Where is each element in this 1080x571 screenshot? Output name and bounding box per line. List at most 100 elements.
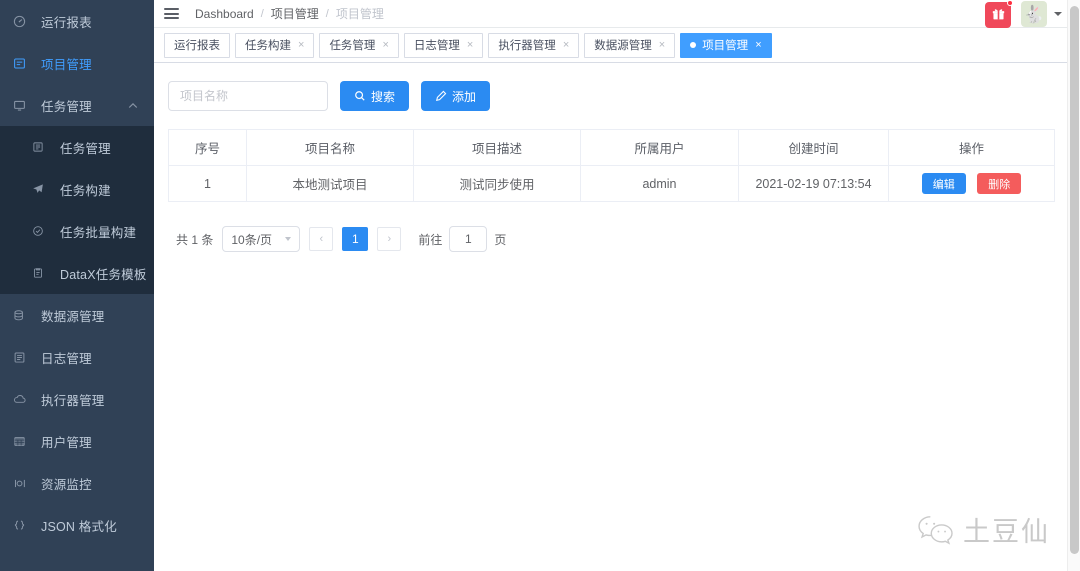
project-icon bbox=[13, 57, 33, 70]
content-area: 搜索 添加 序号 项目名称 项目描 bbox=[154, 63, 1080, 252]
task-icon bbox=[32, 141, 52, 153]
dashboard-icon bbox=[13, 15, 33, 28]
sidebar-subitem-label: 任务构建 bbox=[60, 183, 111, 198]
sidebar: 运行报表 项目管理 任务管理 任务管理 任务构建 任务批量构建 DataX任务模… bbox=[0, 0, 154, 571]
collapse-menu-icon[interactable] bbox=[162, 4, 182, 24]
cloud-icon bbox=[13, 393, 33, 406]
page-scrollbar-track[interactable] bbox=[1067, 0, 1080, 571]
close-icon[interactable]: × bbox=[382, 39, 388, 51]
project-table: 序号 项目名称 项目描述 所属用户 创建时间 操作 1 本地测试项目 测试同步使… bbox=[168, 129, 1055, 202]
database-icon bbox=[13, 309, 33, 322]
cell-user: admin bbox=[580, 165, 739, 202]
navbar-right: 🐇 bbox=[985, 0, 1062, 28]
sidebar-item-label: 任务管理 bbox=[41, 99, 92, 114]
close-icon[interactable]: × bbox=[467, 39, 473, 51]
edit-button[interactable]: 编辑 bbox=[921, 173, 966, 194]
close-icon[interactable]: × bbox=[755, 39, 761, 51]
close-icon[interactable]: × bbox=[298, 39, 304, 51]
edit-pen-icon bbox=[436, 90, 447, 101]
chevron-down-icon[interactable] bbox=[1054, 12, 1062, 16]
column-header-actions: 操作 bbox=[888, 129, 1055, 166]
cell-index: 1 bbox=[168, 165, 247, 202]
rabbit-avatar: 🐇 bbox=[1023, 4, 1045, 24]
filter-row: 搜索 添加 bbox=[168, 81, 1066, 111]
page-size-select[interactable]: 10条/页 bbox=[222, 226, 301, 252]
monitor-icon bbox=[13, 99, 33, 112]
sidebar-item-label: JSON 格式化 bbox=[41, 519, 117, 534]
tab-label: 执行器管理 bbox=[498, 40, 556, 52]
active-tab-dot bbox=[690, 42, 697, 48]
jump-prefix-label: 前往 bbox=[418, 232, 443, 247]
breadcrumb-item-project[interactable]: 项目管理 bbox=[271, 5, 319, 22]
add-button-label: 添加 bbox=[452, 89, 477, 104]
gift-button[interactable] bbox=[985, 0, 1013, 28]
chevron-down-icon bbox=[128, 102, 138, 109]
avatar[interactable]: 🐇 bbox=[1021, 1, 1047, 27]
sidebar-subitem-task-build[interactable]: 任务构建 bbox=[0, 168, 154, 210]
sidebar-item-resource-monitor[interactable]: 资源监控 bbox=[0, 462, 154, 504]
chevron-down-icon bbox=[285, 237, 292, 241]
clipboard-icon bbox=[32, 267, 52, 279]
sidebar-item-user[interactable]: 用户管理 bbox=[0, 420, 154, 462]
breadcrumb-item-current: 项目管理 bbox=[335, 7, 384, 21]
add-button[interactable]: 添加 bbox=[421, 81, 491, 111]
tab-label: 运行报表 bbox=[174, 40, 220, 52]
tabs-bar: 运行报表 任务构建 × 任务管理 × 日志管理 × 执行器管理 × 数据源管理 … bbox=[154, 28, 1080, 63]
wechat-icon bbox=[918, 515, 953, 545]
search-input[interactable] bbox=[168, 81, 328, 111]
tab-executor-management[interactable]: 执行器管理 × bbox=[488, 32, 580, 58]
sidebar-subitem-datax-template[interactable]: DataX任务模板 bbox=[0, 252, 154, 294]
sidebar-subitem-label: 任务管理 bbox=[60, 141, 111, 156]
search-button-label: 搜索 bbox=[371, 89, 396, 104]
cell-created: 2021-02-19 07:13:54 bbox=[738, 165, 889, 202]
sidebar-item-datasource[interactable]: 数据源管理 bbox=[0, 294, 154, 336]
search-button[interactable]: 搜索 bbox=[340, 81, 410, 111]
notification-dot bbox=[1007, 0, 1013, 6]
watermark: 土豆仙 bbox=[917, 510, 1050, 549]
column-header-index: 序号 bbox=[168, 129, 247, 166]
sidebar-subitem-task-batch-build[interactable]: 任务批量构建 bbox=[0, 210, 154, 252]
tab-log-management[interactable]: 日志管理 × bbox=[403, 32, 484, 58]
tab-label: 日志管理 bbox=[413, 40, 460, 52]
sidebar-item-dashboard[interactable]: 运行报表 bbox=[0, 0, 154, 42]
page-scrollbar-thumb[interactable] bbox=[1070, 6, 1079, 554]
tab-task-build[interactable]: 任务构建 × bbox=[235, 32, 315, 58]
breadcrumb-item-dashboard[interactable]: Dashboard bbox=[195, 7, 254, 21]
sidebar-item-label: 项目管理 bbox=[41, 57, 92, 72]
tab-run-report[interactable]: 运行报表 bbox=[164, 32, 230, 58]
column-header-user: 所属用户 bbox=[580, 129, 739, 166]
tab-project-management[interactable]: 项目管理 × bbox=[680, 32, 772, 58]
jump-page-input[interactable] bbox=[449, 226, 488, 252]
column-header-description: 项目描述 bbox=[413, 129, 581, 166]
tab-label: 任务构建 bbox=[245, 40, 291, 52]
table-row[interactable]: 1 本地测试项目 测试同步使用 admin 2021-02-19 07:13:5… bbox=[168, 165, 1055, 202]
sidebar-item-log[interactable]: 日志管理 bbox=[0, 336, 154, 378]
column-header-created: 创建时间 bbox=[738, 129, 889, 166]
tab-task-management[interactable]: 任务管理 × bbox=[319, 32, 399, 58]
prev-page-button[interactable]: ‹ bbox=[309, 227, 334, 251]
search-icon bbox=[355, 91, 365, 101]
sidebar-item-label: 日志管理 bbox=[41, 351, 92, 366]
page-number-1[interactable]: 1 bbox=[342, 227, 369, 251]
next-page-button[interactable]: › bbox=[377, 227, 402, 251]
sidebar-item-task-management[interactable]: 任务管理 bbox=[0, 84, 154, 126]
close-icon[interactable]: × bbox=[659, 39, 665, 51]
sidebar-item-json-format[interactable]: JSON 格式化 bbox=[0, 504, 154, 546]
main-area: Dashboard / 项目管理 / 项目管理 🐇 运行报表 任务构建 × 任务… bbox=[154, 0, 1080, 571]
delete-button[interactable]: 删除 bbox=[977, 173, 1022, 194]
tab-label: 数据源管理 bbox=[594, 40, 652, 52]
sidebar-item-label: 用户管理 bbox=[41, 435, 92, 450]
column-header-name: 项目名称 bbox=[246, 129, 414, 166]
sidebar-subitem-task-management[interactable]: 任务管理 bbox=[0, 126, 154, 168]
sidebar-item-project[interactable]: 项目管理 bbox=[0, 42, 154, 84]
tab-datasource-management[interactable]: 数据源管理 × bbox=[584, 32, 676, 58]
close-icon[interactable]: × bbox=[563, 39, 569, 51]
pagination: 共 1 条 10条/页 ‹ 1 › 前往 页 bbox=[168, 226, 1066, 252]
page-jump: 前往 页 bbox=[418, 226, 506, 252]
cell-description: 测试同步使用 bbox=[413, 165, 581, 202]
breadcrumb-separator: / bbox=[325, 7, 329, 20]
sidebar-item-label: 数据源管理 bbox=[41, 309, 105, 324]
user-menu[interactable]: 🐇 bbox=[1021, 1, 1062, 27]
sidebar-item-label: 资源监控 bbox=[41, 477, 92, 492]
sidebar-item-executor[interactable]: 执行器管理 bbox=[0, 378, 154, 420]
